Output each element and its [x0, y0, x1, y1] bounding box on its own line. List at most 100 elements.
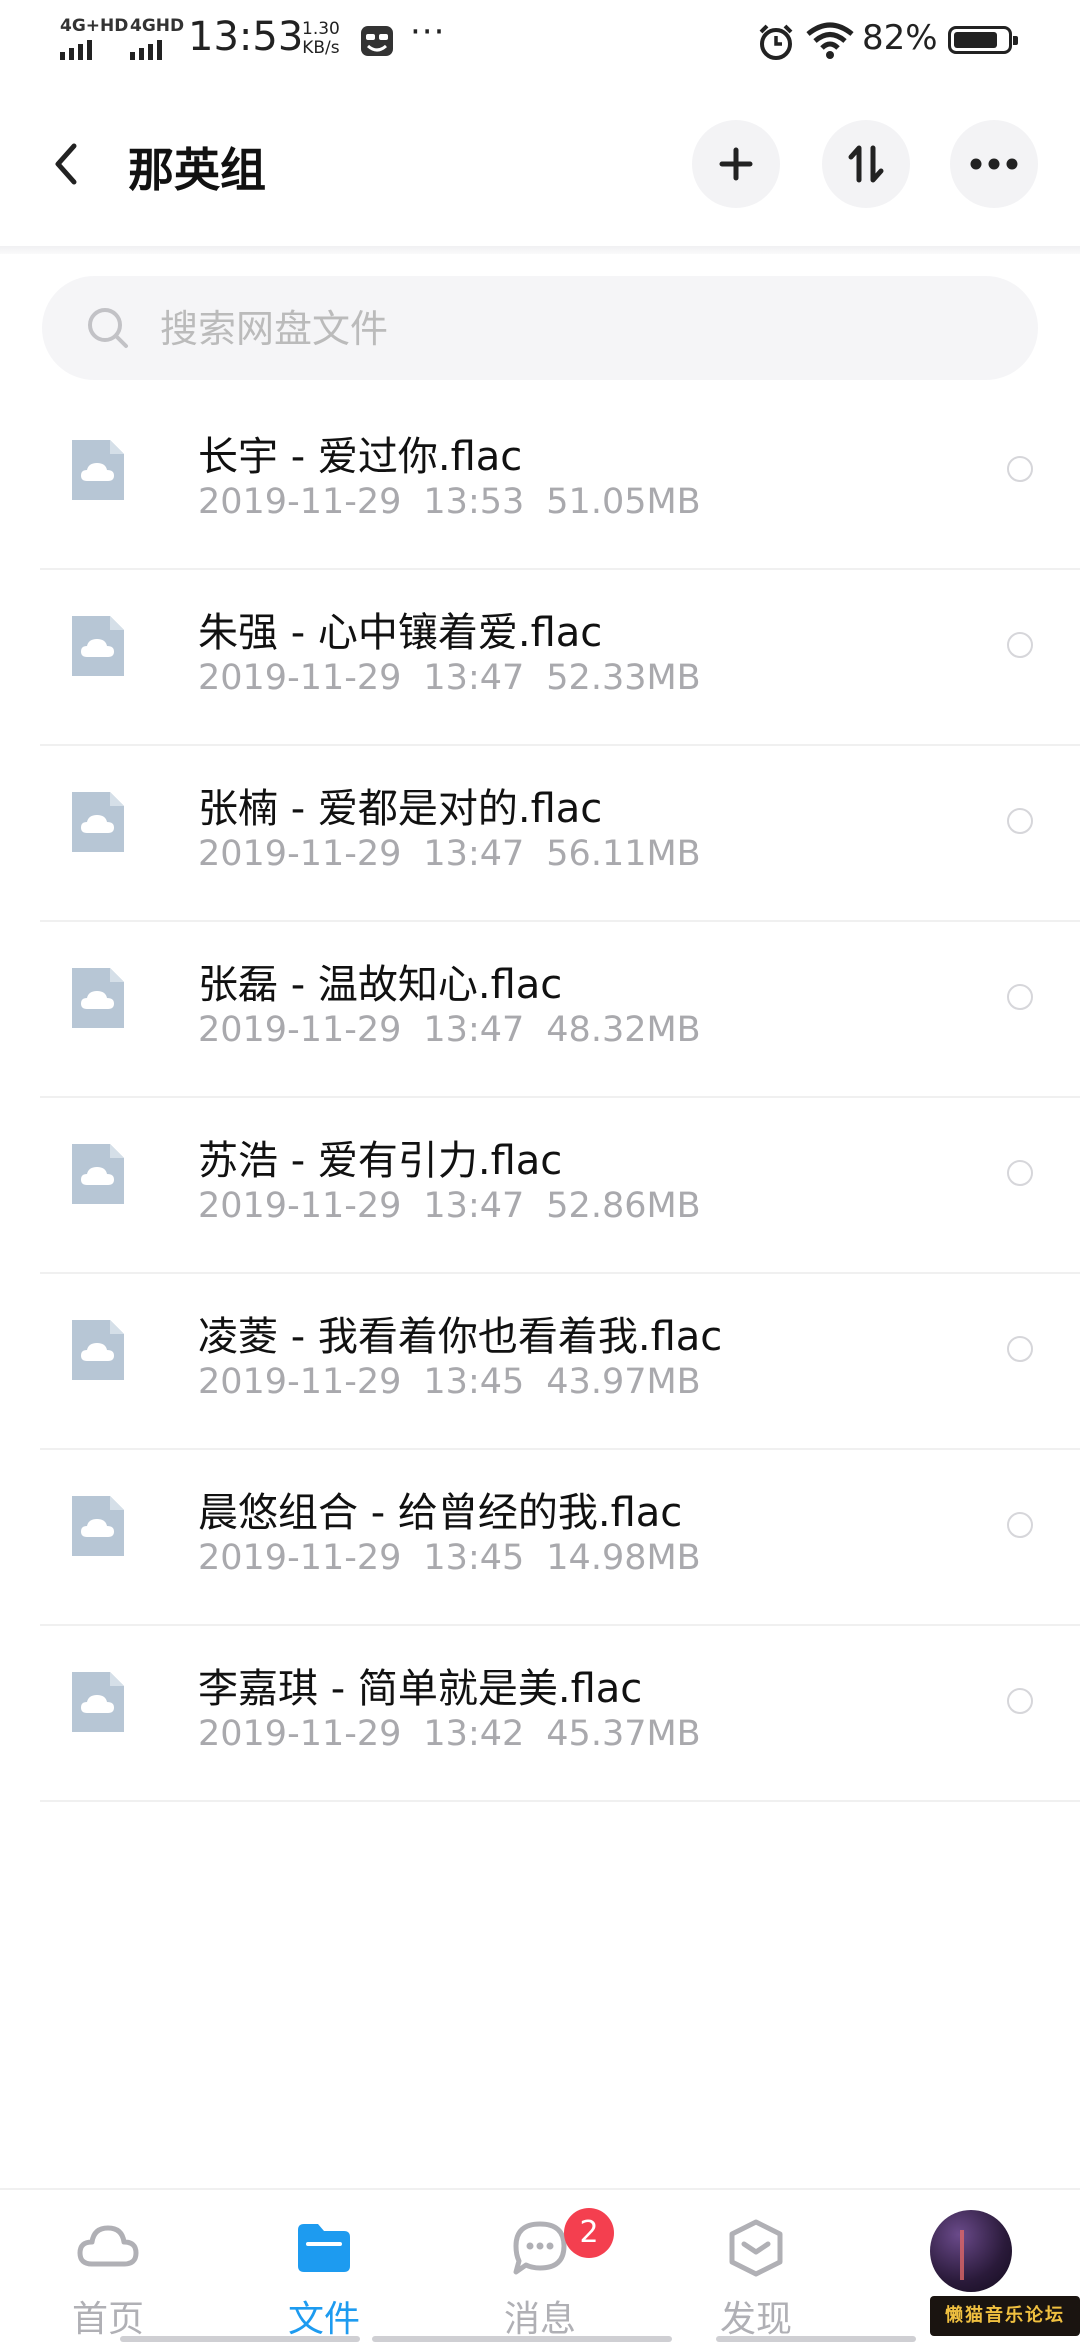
signal-bars-icon: [60, 40, 92, 60]
chat-icon: [513, 2221, 567, 2275]
file-time: 13:45: [423, 1538, 525, 1578]
cloud-file-icon: [72, 1320, 124, 1380]
select-checkbox[interactable]: [1007, 984, 1033, 1010]
cellular-signal-1: 4G+HD: [60, 16, 128, 60]
file-name: 朱强 - 心中镶着爱.flac: [198, 610, 603, 656]
cloud-file-icon: [72, 1144, 124, 1204]
network-type-1: 4G+HD: [60, 16, 129, 36]
bottom-navigation: 首页 文件 2 消息 发现: [0, 2188, 1080, 2342]
file-date: 2019-11-29: [198, 1538, 402, 1578]
signal-bars-icon: [130, 40, 162, 60]
file-row[interactable]: 李嘉琪 - 简单就是美.flac 2019-11-29 13:42 45.37MB: [0, 1626, 1080, 1802]
select-checkbox[interactable]: [1007, 1160, 1033, 1186]
nav-label-messages: 消息: [503, 2299, 576, 2340]
search-icon: [88, 308, 128, 348]
file-meta: 2019-11-29 13:45 43.97MB: [198, 1362, 723, 1402]
plus-icon: [719, 147, 753, 181]
file-row[interactable]: 张楠 - 爱都是对的.flac 2019-11-29 13:47 56.11MB: [0, 746, 1080, 922]
file-name: 张楠 - 爱都是对的.flac: [198, 786, 603, 832]
cellular-signal-2: 4GHD: [130, 16, 184, 60]
file-meta: 2019-11-29 13:45 14.98MB: [198, 1538, 723, 1578]
gesture-hint: [372, 2336, 672, 2342]
nav-item-home[interactable]: 首页: [0, 2190, 216, 2342]
battery-fill: [954, 32, 997, 48]
file-meta: 2019-11-29 13:47 52.33MB: [198, 658, 723, 698]
select-checkbox[interactable]: [1007, 808, 1033, 834]
unread-badge: 2: [564, 2208, 614, 2258]
clock: 13:53: [188, 14, 304, 60]
cloud-file-icon: [72, 792, 124, 852]
file-date: 2019-11-29: [198, 482, 402, 522]
folder-icon: [298, 2224, 350, 2272]
select-checkbox[interactable]: [1007, 1512, 1033, 1538]
network-speed: 1.30 KB/s: [302, 20, 340, 58]
file-date: 2019-11-29: [198, 1714, 402, 1754]
file-time: 13:47: [423, 1186, 525, 1226]
file-name: 张磊 - 温故知心.flac: [198, 962, 563, 1008]
file-size: 52.86MB: [546, 1186, 701, 1226]
watermark-logo: 懒猫音乐论坛: [930, 2296, 1080, 2336]
select-checkbox[interactable]: [1007, 632, 1033, 658]
file-meta: 2019-11-29 13:47 56.11MB: [198, 834, 723, 874]
select-checkbox[interactable]: [1007, 456, 1033, 482]
more-options-button[interactable]: [950, 120, 1038, 208]
file-row[interactable]: 苏浩 - 爱有引力.flac 2019-11-29 13:47 52.86MB: [0, 1098, 1080, 1274]
file-size: 48.32MB: [546, 1010, 701, 1050]
page-title: 那英组: [128, 143, 266, 197]
file-time: 13:53: [423, 482, 525, 522]
file-list: 长宇 - 爱过你.flac 2019-11-29 13:53 51.05MB 朱强 …: [0, 394, 1080, 1802]
file-meta: 2019-11-29 13:47 52.86MB: [198, 1186, 723, 1226]
battery-percent: 82%: [862, 18, 938, 58]
nav-item-messages[interactable]: 2 消息: [432, 2190, 648, 2342]
gesture-hint: [716, 2336, 916, 2342]
select-checkbox[interactable]: [1007, 1336, 1033, 1362]
header-divider: [0, 246, 1080, 254]
cloud-icon: [77, 2225, 139, 2267]
battery-icon: [948, 26, 1018, 54]
status-bar: 4G+HD 4GHD 13:53 1.30 KB/s ··· 82%: [0, 0, 1080, 84]
app-notification-icon: [361, 26, 393, 56]
file-row[interactable]: 晨悠组合 - 给曾经的我.flac 2019-11-29 13:45 14.98MB: [0, 1450, 1080, 1626]
cloud-file-icon: [72, 440, 124, 500]
file-date: 2019-11-29: [198, 1186, 402, 1226]
file-size: 56.11MB: [546, 834, 701, 874]
file-size: 14.98MB: [546, 1538, 701, 1578]
file-date: 2019-11-29: [198, 1010, 402, 1050]
file-time: 13:47: [423, 834, 525, 874]
file-size: 52.33MB: [546, 658, 701, 698]
back-arrow-icon[interactable]: [44, 134, 96, 194]
alarm-icon: [759, 24, 793, 60]
file-meta: 2019-11-29 13:47 48.32MB: [198, 1010, 723, 1050]
file-time: 13:47: [423, 658, 525, 698]
nav-item-discover[interactable]: 发现: [648, 2190, 864, 2342]
file-date: 2019-11-29: [198, 834, 402, 874]
search-input[interactable]: [158, 300, 982, 358]
file-time: 13:45: [423, 1362, 525, 1402]
select-checkbox[interactable]: [1007, 1688, 1033, 1714]
nav-item-files[interactable]: 文件: [216, 2190, 432, 2342]
file-size: 45.37MB: [546, 1714, 701, 1754]
file-date: 2019-11-29: [198, 1362, 402, 1402]
file-date: 2019-11-29: [198, 658, 402, 698]
add-button[interactable]: [692, 120, 780, 208]
file-name: 凌菱 - 我看着你也看着我.flac: [198, 1314, 723, 1360]
file-size: 51.05MB: [546, 482, 701, 522]
gesture-hint: [120, 2336, 360, 2342]
search-bar[interactable]: [42, 276, 1038, 380]
file-time: 13:47: [423, 1010, 525, 1050]
file-name: 长宇 - 爱过你.flac: [198, 434, 523, 480]
file-meta: 2019-11-29 13:42 45.37MB: [198, 1714, 723, 1754]
more-horizontal-icon: [970, 158, 1018, 170]
wifi-icon: [806, 22, 854, 59]
sort-button[interactable]: [822, 120, 910, 208]
file-row[interactable]: 凌菱 - 我看着你也看着我.flac 2019-11-29 13:45 43.97M…: [0, 1274, 1080, 1450]
file-row[interactable]: 长宇 - 爱过你.flac 2019-11-29 13:53 51.05MB: [0, 394, 1080, 570]
file-name: 苏浩 - 爱有引力.flac: [198, 1138, 563, 1184]
file-row[interactable]: 朱强 - 心中镶着爱.flac 2019-11-29 13:47 52.33MB: [0, 570, 1080, 746]
network-speed-unit: KB/s: [302, 38, 340, 58]
more-notifications-icon: ···: [410, 12, 446, 52]
nav-label-home: 首页: [71, 2299, 144, 2340]
file-row[interactable]: 张磊 - 温故知心.flac 2019-11-29 13:47 48.32MB: [0, 922, 1080, 1098]
user-avatar[interactable]: [930, 2210, 1012, 2292]
discover-icon: [729, 2219, 783, 2277]
